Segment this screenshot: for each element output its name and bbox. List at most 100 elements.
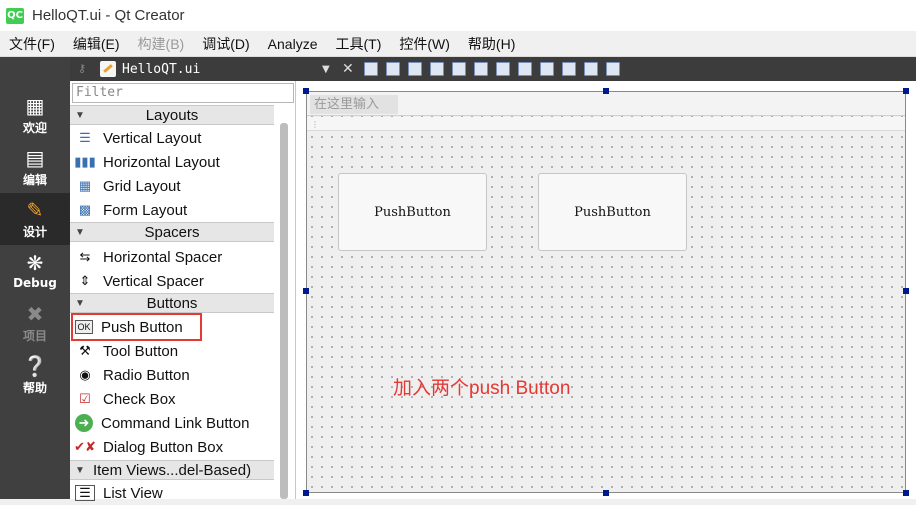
mode-projects-label: 项目 [22,328,47,343]
widget-label: Check Box [103,390,176,408]
chevron-down-icon: ▼ [75,109,85,121]
horizontal-spacer-icon: ⇆ [79,249,91,264]
grid-icon: ▦ [25,93,45,118]
close-icon[interactable]: ✕ [342,61,360,77]
wrench-icon: ✖ [26,301,44,326]
widget-label: Command Link Button [101,414,250,432]
widget-form-layout[interactable]: ▩ Form Layout [70,198,274,222]
category-label: Item Views...del-Based) [92,461,252,479]
menu-tools[interactable]: 工具(T) [326,34,390,54]
bug-icon: ❋ [26,251,44,275]
mode-help-label: 帮助 [22,380,47,395]
chevron-down-icon[interactable]: ▼ [322,64,336,75]
push-button-2[interactable]: PushButton [538,173,687,251]
qt-creator-logo-icon: QC [6,7,24,24]
menu-widgets[interactable]: 控件(W) [390,34,459,54]
form-canvas[interactable] [306,91,906,493]
widget-horizontal-spacer[interactable]: ⇆ Horizontal Spacer [70,245,274,269]
vertical-layout-icon: ☰ [79,130,91,145]
horizontal-layout-icon: ▮▮▮ [74,154,96,169]
category-layouts[interactable]: ▼ Layouts [70,105,274,125]
category-item-views[interactable]: ▼ Item Views...del-Based) [70,460,274,480]
category-label: Buttons [146,294,198,312]
layout-horizontal-icon[interactable] [452,62,466,76]
pencil-icon: ✎ [26,197,44,222]
edit-widgets-icon[interactable] [364,62,378,76]
mode-debug-label: Debug [13,276,57,290]
radio-button-icon: ◉ [79,367,91,382]
widget-box: Filter ▼ Layouts ☰ Vertical Layout ▮▮▮ H… [70,81,296,502]
widget-list-view[interactable]: ☰ List View [70,481,274,505]
vertical-spacer-icon: ⇕ [79,273,91,288]
widget-label: Form Layout [103,201,188,219]
push-button-1[interactable]: PushButton [338,173,487,251]
category-label: Spacers [144,223,200,241]
adjust-size-icon[interactable] [606,62,620,76]
lock-icon: ⚷ [78,62,87,75]
menu-file[interactable]: 文件(F) [0,34,64,54]
break-layout-icon[interactable] [584,62,598,76]
editor-toolbar: ⚷ HelloQT.ui ▼ ✕ [70,57,916,81]
menu-help[interactable]: 帮助(H) [459,34,524,54]
mode-welcome[interactable]: ▦ 欢迎 [0,89,70,141]
window-title: HelloQT.ui - Qt Creator [32,7,185,24]
widget-vertical-layout[interactable]: ☰ Vertical Layout [70,126,274,150]
toolbar-grip-icon: ⋮ [311,120,319,129]
menu-build[interactable]: 构建(B) [129,34,194,54]
widget-label: Radio Button [103,366,190,384]
widget-check-box[interactable]: ☑ Check Box [70,387,274,411]
tool-button-icon: ⚒ [79,343,91,358]
chevron-down-icon: ▼ [75,464,85,476]
edit-signals-icon[interactable] [386,62,400,76]
layout-vertical-icon[interactable] [474,62,488,76]
layout-form-icon[interactable] [562,62,576,76]
open-file-name[interactable]: HelloQT.ui [122,62,322,77]
mode-sidebar: ▦ 欢迎 ▤ 编辑 ✎ 设计 ❋ Debug ✖ 项目 ❔ 帮助 [0,57,70,499]
mode-edit[interactable]: ▤ 编辑 [0,141,70,193]
selection-handle[interactable] [903,288,909,294]
menu-bar: 文件(F) 编辑(E) 构建(B) 调试(D) Analyze 工具(T) 控件… [0,31,916,57]
layout-grid-icon[interactable] [540,62,554,76]
grid-layout-icon: ▦ [78,178,92,193]
widget-dialog-button-box[interactable]: ✔✘ Dialog Button Box [70,435,274,459]
form-toolbar [307,117,905,131]
selection-handle[interactable] [303,88,309,94]
mode-design[interactable]: ✎ 设计 [0,193,70,245]
push-button-highlight [71,313,202,341]
chevron-down-icon: ▼ [75,226,85,238]
edit-buddies-icon[interactable] [408,62,422,76]
selection-handle[interactable] [603,88,609,94]
widget-tool-button[interactable]: ⚒ Tool Button [70,339,274,363]
edit-tab-order-icon[interactable] [430,62,444,76]
widget-grid-layout[interactable]: ▦ Grid Layout [70,174,274,198]
widget-command-link-button[interactable]: ➜ Command Link Button [70,411,274,435]
selection-handle[interactable] [603,490,609,496]
menu-edit[interactable]: 编辑(E) [64,34,129,54]
title-bar: QC HelloQT.ui - Qt Creator [0,0,916,31]
mode-projects[interactable]: ✖ 项目 [0,297,70,349]
form-layout-icon: ▩ [78,202,92,217]
widget-horizontal-layout[interactable]: ▮▮▮ Horizontal Layout [70,150,274,174]
selection-handle[interactable] [303,288,309,294]
category-buttons[interactable]: ▼ Buttons [70,293,274,313]
layout-vertical-splitter-icon[interactable] [518,62,532,76]
widget-box-scrollbar[interactable] [280,123,288,499]
type-here-menu[interactable]: 在这里输入 [310,95,398,114]
mode-debug[interactable]: ❋ Debug [0,245,70,297]
filter-input[interactable]: Filter [72,83,294,103]
menu-debug[interactable]: 调试(D) [193,34,258,54]
widget-vertical-spacer[interactable]: ⇕ Vertical Spacer [70,269,274,293]
selection-handle[interactable] [303,490,309,496]
widget-label: Tool Button [103,342,179,360]
mode-help[interactable]: ❔ 帮助 [0,349,70,401]
menu-analyze[interactable]: Analyze [259,36,327,52]
selection-handle[interactable] [903,88,909,94]
mode-welcome-label: 欢迎 [22,120,47,135]
category-spacers[interactable]: ▼ Spacers [70,222,274,242]
selection-handle[interactable] [903,490,909,496]
widget-radio-button[interactable]: ◉ Radio Button [70,363,274,387]
layout-horizontal-splitter-icon[interactable] [496,62,510,76]
dialog-button-box-icon: ✔✘ [74,439,96,454]
widget-label: Vertical Spacer [103,272,204,290]
document-icon: ▤ [25,145,45,170]
